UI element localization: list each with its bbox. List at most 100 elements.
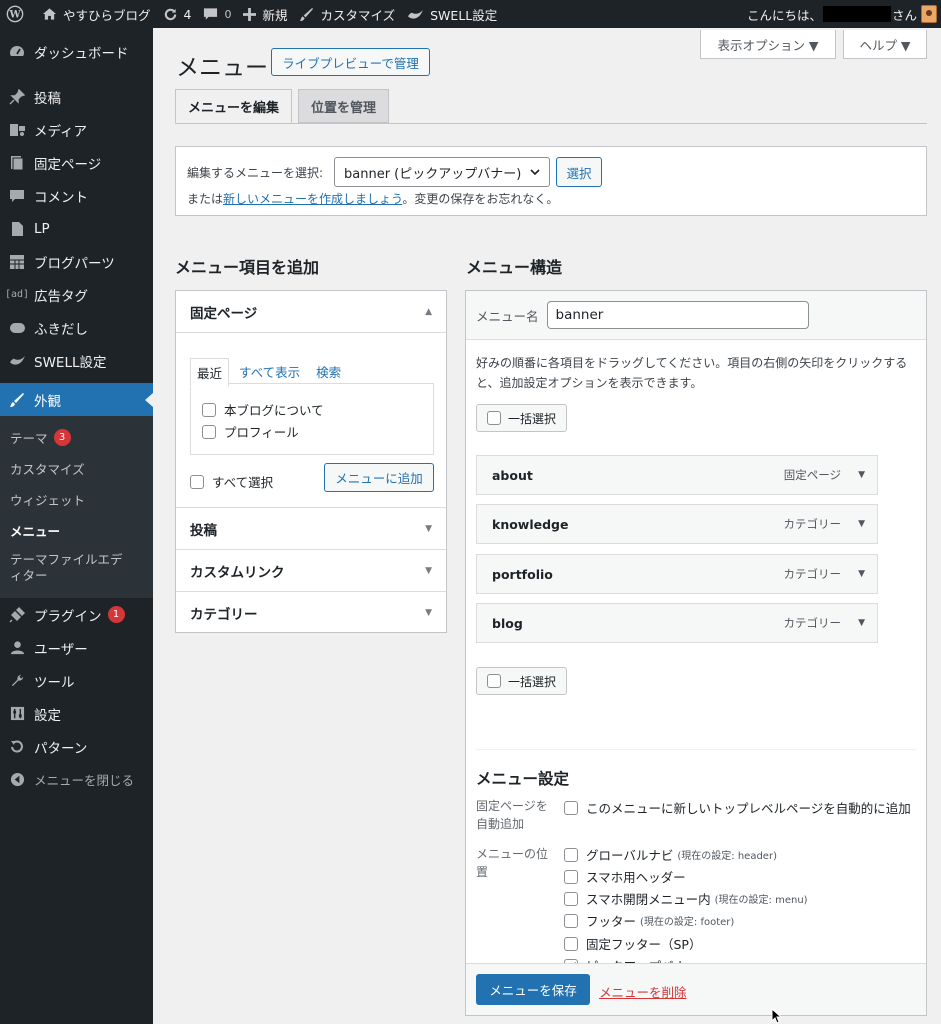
- comment-icon: [204, 8, 218, 20]
- file-icon: [8, 220, 26, 238]
- sidebar-item-pages[interactable]: 固定ページ: [0, 146, 153, 179]
- location-current-setting: (現在の設定: footer): [640, 917, 735, 928]
- menu-item[interactable]: knowledge カテゴリー ▼: [476, 504, 878, 544]
- location-option[interactable]: フッター (現在の設定: footer): [564, 911, 734, 930]
- accordion-title: カスタムリンク: [190, 564, 285, 581]
- page-option[interactable]: 本ブログについて: [202, 400, 324, 419]
- comment-icon: [8, 187, 26, 205]
- page-checkbox[interactable]: [202, 424, 216, 439]
- chevron-up-icon: ▲: [425, 307, 432, 317]
- customize-link[interactable]: カスタマイズ: [293, 0, 401, 28]
- swell-settings-link[interactable]: SWELL設定: [401, 0, 503, 28]
- pages-accordion-header[interactable]: 固定ページ ▲: [176, 291, 446, 333]
- sidebar-item-comments[interactable]: コメント: [0, 179, 153, 212]
- sidebar-item-lp[interactable]: LP: [0, 212, 153, 245]
- help-button[interactable]: ヘルプ ▼: [843, 30, 927, 59]
- bubble-icon: [8, 319, 26, 337]
- categories-accordion-header[interactable]: カテゴリー ▼: [176, 592, 446, 634]
- sidebar-item-fukidashi[interactable]: ふきだし: [0, 311, 153, 344]
- custom-links-accordion-header[interactable]: カスタムリンク ▼: [176, 550, 446, 592]
- sidebar-item-label: 投稿: [34, 90, 61, 107]
- location-checkbox[interactable]: [564, 913, 578, 928]
- settings-icon: [8, 705, 26, 723]
- bulk-select-bottom[interactable]: 一括選択: [476, 667, 568, 695]
- create-new-menu-link[interactable]: 新しいメニューを作成しましょう: [223, 192, 402, 206]
- sidebar-item-settings[interactable]: 設定: [0, 697, 153, 730]
- bulk-select-top[interactable]: 一括選択: [476, 404, 568, 432]
- location-option[interactable]: 固定フッター（SP）: [564, 934, 701, 953]
- auto-add-checkbox[interactable]: [564, 800, 578, 815]
- screen-options-button[interactable]: 表示オプション ▼: [700, 30, 836, 59]
- menu-select-dropdown[interactable]: banner (ピックアップバナー): [334, 157, 550, 187]
- location-label: スマホ開閉メニュー内: [586, 892, 711, 907]
- auto-add-option[interactable]: このメニューに新しいトップレベルページを自動的に追加: [564, 798, 911, 817]
- select-all-pages[interactable]: すべて選択: [190, 472, 273, 491]
- location-checkbox[interactable]: [564, 847, 578, 862]
- submenu-item-menus[interactable]: メニュー: [0, 515, 153, 546]
- live-preview-button[interactable]: ライブプレビューで管理: [271, 48, 430, 76]
- submenu-item-themes[interactable]: テーマ 3: [0, 422, 153, 453]
- updates-link[interactable]: 4: [157, 0, 198, 28]
- sidebar-item-label: SWELL設定: [34, 354, 107, 371]
- sidebar-item-blog-parts[interactable]: ブログパーツ: [0, 245, 153, 278]
- wordpress-logo-icon[interactable]: W: [0, 0, 36, 28]
- sidebar-item-swell[interactable]: SWELL設定: [0, 344, 153, 377]
- add-to-menu-button[interactable]: メニューに追加: [324, 463, 434, 492]
- save-menu-button[interactable]: メニューを保存: [476, 974, 590, 1005]
- tab-most-recent[interactable]: 最近: [190, 358, 230, 387]
- submenu-item-theme-editor[interactable]: テーマファイルエディター: [0, 546, 140, 590]
- collapse-menu-button[interactable]: メニューを閉じる: [0, 763, 153, 796]
- select-menu-box: 編集するメニューを選択: banner (ピックアップバナー) 選択 または新し…: [175, 146, 927, 216]
- chevron-down-icon[interactable]: ▼: [858, 470, 865, 480]
- tab-edit-menus[interactable]: メニューを編集: [175, 89, 293, 123]
- posts-accordion-header[interactable]: 投稿 ▼: [176, 508, 446, 550]
- menu-item[interactable]: about 固定ページ ▼: [476, 455, 878, 495]
- chevron-down-icon: [530, 169, 540, 176]
- collapse-icon: [8, 771, 26, 789]
- page-option[interactable]: プロフィール: [202, 422, 299, 441]
- submenu-item-widgets[interactable]: ウィジェット: [0, 484, 153, 515]
- sidebar-item-posts[interactable]: 投稿: [0, 80, 153, 113]
- chevron-down-icon[interactable]: ▼: [858, 519, 865, 529]
- menu-name-input[interactable]: banner: [546, 301, 809, 329]
- bulk-select-checkbox[interactable]: [487, 411, 501, 425]
- location-option[interactable]: グローバルナビ (現在の設定: header): [564, 845, 777, 864]
- menu-item[interactable]: portfolio カテゴリー ▼: [476, 554, 878, 594]
- comments-link[interactable]: 0: [197, 0, 237, 28]
- sidebar-item-appearance[interactable]: 外観: [0, 383, 153, 416]
- submenu-item-customize[interactable]: カスタマイズ: [0, 453, 153, 484]
- location-checkbox[interactable]: [564, 891, 578, 906]
- sidebar-item-label: コメント: [34, 189, 88, 206]
- media-icon: [8, 121, 26, 139]
- site-name-link[interactable]: やすひらブログ: [36, 0, 157, 28]
- location-checkbox[interactable]: [564, 869, 578, 884]
- location-option[interactable]: スマホ用ヘッダー: [564, 867, 686, 886]
- sidebar-item-patterns[interactable]: パターン: [0, 730, 153, 763]
- select-all-checkbox[interactable]: [190, 474, 204, 489]
- bulk-select-checkbox[interactable]: [487, 674, 501, 688]
- sidebar-item-media[interactable]: メディア: [0, 113, 153, 146]
- location-option[interactable]: スマホ開閉メニュー内 (現在の設定: menu): [564, 889, 808, 908]
- select-menu-button[interactable]: 選択: [556, 157, 602, 187]
- chevron-down-icon[interactable]: ▼: [858, 569, 865, 579]
- page-checkbox[interactable]: [202, 402, 216, 417]
- sidebar-item-dashboard[interactable]: ダッシュボード: [0, 34, 153, 70]
- menu-item-title: blog: [492, 615, 523, 631]
- page-icon: [8, 154, 26, 172]
- swell-label: SWELL設定: [430, 7, 498, 23]
- tab-manage-locations[interactable]: 位置を管理: [298, 89, 390, 123]
- location-checkbox[interactable]: [564, 936, 578, 951]
- delete-menu-link[interactable]: メニューを削除: [599, 982, 687, 1001]
- sidebar-item-users[interactable]: ユーザー: [0, 631, 153, 664]
- menu-item-type: カテゴリー: [783, 517, 842, 531]
- location-label: フッター: [586, 914, 637, 929]
- chevron-down-icon[interactable]: ▼: [858, 618, 865, 628]
- sidebar-item-ad-tag[interactable]: [ad] 広告タグ: [0, 278, 153, 311]
- sidebar-item-tools[interactable]: ツール: [0, 664, 153, 697]
- menu-location-label: メニューの位置: [476, 847, 549, 879]
- my-account[interactable]: こんにちは、 さん: [747, 5, 941, 24]
- accordion-title: カテゴリー: [190, 607, 258, 623]
- menu-item[interactable]: blog カテゴリー ▼: [476, 603, 878, 643]
- sidebar-item-plugins[interactable]: プラグイン 1: [0, 598, 153, 631]
- new-content-link[interactable]: 新規: [237, 0, 293, 28]
